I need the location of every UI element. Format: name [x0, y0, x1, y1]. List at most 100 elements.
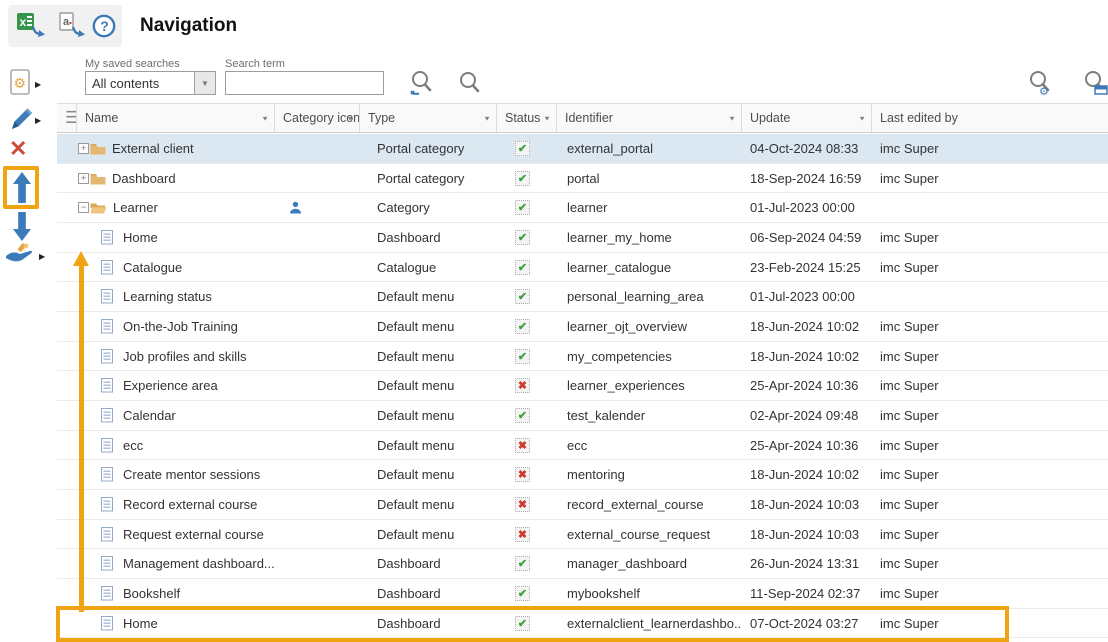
filter-arrow-icon[interactable]: ▼ — [346, 115, 354, 122]
table-row[interactable]: On-the-Job TrainingDefault menu✔learner_… — [57, 312, 1108, 342]
export-text-button[interactable]: a — [57, 12, 87, 45]
category-icon-cell — [275, 282, 360, 311]
table-row[interactable]: HomeDashboard✔externalclient_learnerdash… — [57, 609, 1108, 639]
status-checkbox[interactable]: ✖ — [515, 378, 530, 393]
last-edited-by-cell: imc Super — [872, 609, 1108, 638]
page-icon — [101, 438, 113, 453]
row-name: On-the-Job Training — [123, 319, 238, 334]
table-row[interactable]: BookshelfDashboard✔mybookshelf11-Sep-202… — [57, 579, 1108, 609]
last-edited-by-cell: imc Super — [872, 401, 1108, 430]
status-checkbox[interactable]: ✖ — [515, 497, 530, 512]
page-icon — [101, 497, 113, 512]
edit-button[interactable] — [9, 106, 35, 137]
svg-text:?: ? — [100, 18, 109, 34]
saved-searches-label: My saved searches — [85, 58, 180, 70]
column-header-status[interactable]: Status▼ — [497, 104, 557, 132]
category-icon-cell — [275, 371, 360, 400]
move-down-button[interactable] — [12, 211, 32, 247]
identifier-cell: ecc — [557, 431, 742, 460]
search-term-input[interactable] — [225, 71, 384, 95]
table-row[interactable]: Job profiles and skillsDefault menu✔my_c… — [57, 342, 1108, 372]
status-checkbox[interactable]: ✔ — [515, 349, 530, 364]
category-icon-cell — [275, 223, 360, 252]
filter-arrow-icon[interactable]: ▼ — [543, 115, 551, 122]
search-profile-button[interactable] — [1081, 69, 1108, 104]
collapse-minus-icon[interactable]: − — [78, 202, 89, 213]
status-checkbox[interactable]: ✔ — [515, 408, 530, 423]
table-row[interactable]: Learning statusDefault menu✔personal_lea… — [57, 282, 1108, 312]
status-checkbox[interactable]: ✔ — [515, 289, 530, 304]
status-checkbox[interactable]: ✖ — [515, 527, 530, 542]
page-icon — [101, 556, 113, 571]
saved-searches-dropdown[interactable]: All contents ▼ — [85, 71, 216, 95]
row-name: Bookshelf — [123, 586, 180, 601]
search-button[interactable] — [457, 70, 483, 103]
type-cell: Default menu — [360, 312, 497, 341]
status-checkbox[interactable]: ✔ — [515, 319, 530, 334]
filter-arrow-icon[interactable]: ▼ — [261, 115, 269, 122]
grid-menu-icon[interactable]: ☰ — [65, 113, 77, 123]
column-header-category-icon[interactable]: Category icon▼ — [275, 104, 360, 132]
filter-arrow-icon[interactable]: ▼ — [483, 115, 491, 122]
column-header-identifier[interactable]: Identifier▼ — [557, 104, 742, 132]
table-row[interactable]: CalendarDefault menu✔test_kalender02-Apr… — [57, 401, 1108, 431]
identifier-cell: externalclient_learnerdashbo... — [557, 609, 742, 638]
status-checkbox[interactable]: ✖ — [515, 467, 530, 482]
table-row[interactable]: +External clientPortal category✔external… — [57, 134, 1108, 164]
status-checkbox[interactable]: ✔ — [515, 200, 530, 215]
status-checkbox[interactable]: ✔ — [515, 586, 530, 601]
assign-flyout-arrow[interactable]: ▶ — [39, 252, 45, 261]
row-name-cell: +External client — [57, 134, 275, 163]
create-button[interactable]: ⚙ — [9, 68, 33, 102]
last-edited-by-cell: imc Super — [872, 312, 1108, 341]
row-name: Calendar — [123, 408, 176, 423]
table-row[interactable]: Create mentor sessionsDefault menu✖mento… — [57, 460, 1108, 490]
column-header-type[interactable]: Type▼ — [360, 104, 497, 132]
status-cell: ✔ — [497, 223, 557, 252]
column-header-update[interactable]: Update▼ — [742, 104, 872, 132]
drag-handle-column-header[interactable]: ☰ — [57, 104, 77, 132]
status-checkbox[interactable]: ✔ — [515, 616, 530, 631]
status-checkbox[interactable]: ✔ — [515, 556, 530, 571]
status-checkbox[interactable]: ✔ — [515, 230, 530, 245]
expand-plus-icon[interactable]: + — [78, 173, 89, 184]
update-cell: 04-Oct-2024 08:33 — [742, 134, 872, 163]
excel-export-icon: x — [16, 12, 46, 40]
update-cell: 06-Sep-2024 04:59 — [742, 223, 872, 252]
status-checkbox[interactable]: ✔ — [515, 141, 530, 156]
filter-arrow-icon[interactable]: ▼ — [728, 115, 736, 122]
table-row[interactable]: CatalogueCatalogue✔learner_catalogue23-F… — [57, 253, 1108, 283]
table-row[interactable]: Record external courseDefault menu✖recor… — [57, 490, 1108, 520]
reset-search-button[interactable] — [408, 69, 436, 104]
search-undo-icon — [408, 69, 436, 99]
table-row[interactable]: Management dashboard...Dashboard✔manager… — [57, 549, 1108, 579]
advanced-search-button[interactable]: ⚙ — [1026, 69, 1056, 104]
status-cell: ✔ — [497, 253, 557, 282]
status-checkbox[interactable]: ✔ — [515, 260, 530, 275]
expand-plus-icon[interactable]: + — [78, 143, 89, 154]
table-row[interactable]: eccDefault menu✖ecc25-Apr-2024 10:36imc … — [57, 431, 1108, 461]
column-header-name[interactable]: Name▼ — [77, 104, 275, 132]
edit-flyout-arrow[interactable]: ▶ — [35, 116, 41, 125]
filter-arrow-icon[interactable]: ▼ — [858, 115, 866, 122]
chevron-down-icon[interactable]: ▼ — [194, 72, 215, 94]
page-icon — [101, 260, 113, 275]
cross-icon: ✖ — [518, 498, 527, 511]
table-row[interactable]: −LearnerCategory✔learner01-Jul-2023 00:0… — [57, 193, 1108, 223]
create-flyout-arrow[interactable]: ▶ — [35, 80, 41, 89]
last-edited-by-cell: imc Super — [872, 342, 1108, 371]
assign-button[interactable] — [4, 243, 38, 270]
table-row[interactable]: Request external courseDefault menu✖exte… — [57, 520, 1108, 550]
move-up-button[interactable] — [12, 171, 32, 209]
table-row[interactable]: +DashboardPortal category✔portal18-Sep-2… — [57, 164, 1108, 194]
category-icon-cell — [275, 134, 360, 163]
row-name-cell: Catalogue — [57, 253, 275, 282]
help-button[interactable]: ? — [92, 14, 117, 44]
status-checkbox[interactable]: ✔ — [515, 171, 530, 186]
delete-button[interactable]: ✕ — [9, 138, 27, 160]
table-row[interactable]: Experience areaDefault menu✖learner_expe… — [57, 371, 1108, 401]
column-header-last-edited-by[interactable]: Last edited by — [872, 104, 1108, 132]
status-checkbox[interactable]: ✖ — [515, 438, 530, 453]
export-excel-button[interactable]: x — [16, 12, 46, 45]
table-row[interactable]: HomeDashboard✔learner_my_home06-Sep-2024… — [57, 223, 1108, 253]
